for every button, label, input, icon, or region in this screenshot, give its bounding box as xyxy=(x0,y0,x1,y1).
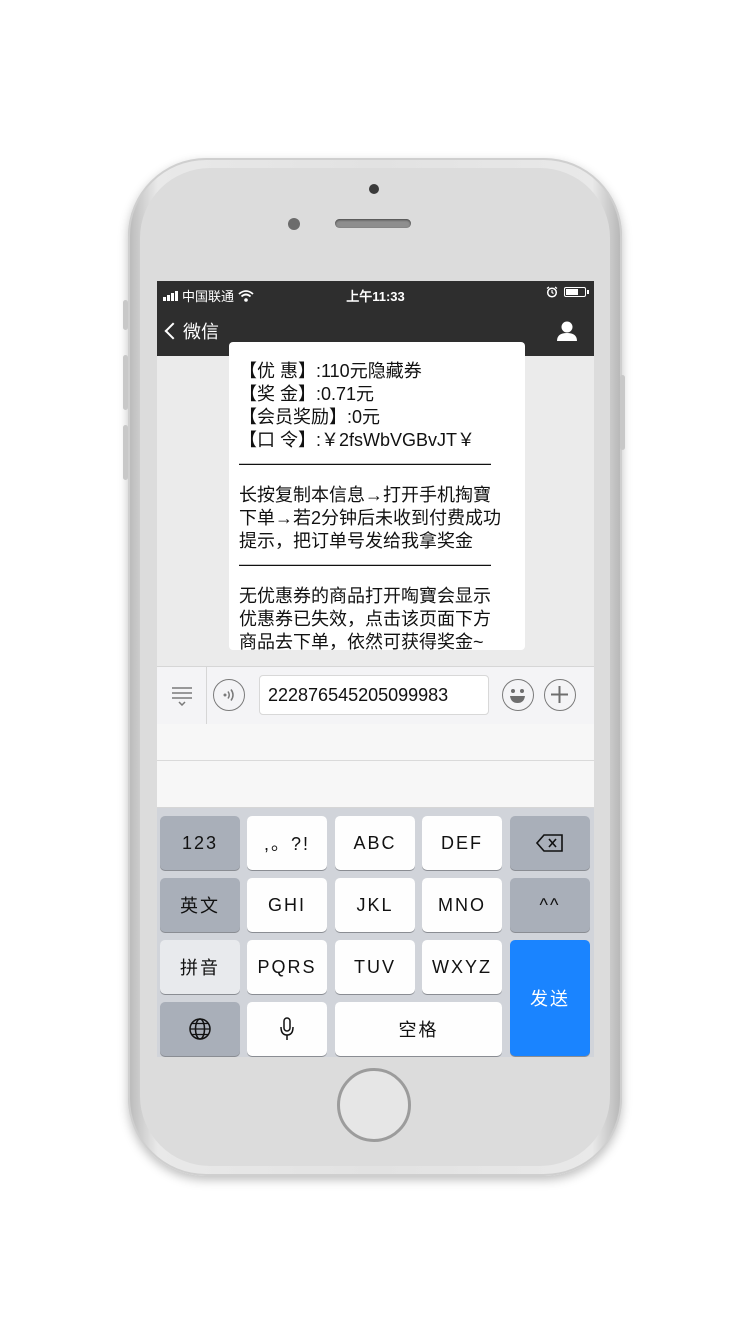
message-line: 优惠券已失效，点击该页面下方 xyxy=(239,609,491,629)
emoji-icon xyxy=(510,689,525,703)
candidate-bar xyxy=(157,724,594,808)
message-line: 商品去下单，依然可获得奖金~ xyxy=(239,632,484,652)
globe-icon xyxy=(189,1018,211,1040)
globe-key[interactable] xyxy=(160,1002,240,1056)
voice-icon xyxy=(223,689,234,701)
key-jkl[interactable]: JKL xyxy=(335,878,415,932)
message-bubble[interactable]: 【优 惠】:110元隐藏券 【奖 金】:0.71元 【会员奖励】:0元 【口 令… xyxy=(229,342,525,652)
message-input[interactable]: 222876545205099983 xyxy=(259,675,489,715)
battery-icon xyxy=(564,287,589,297)
space-key[interactable]: 空格 xyxy=(335,1002,502,1056)
key-abc[interactable]: ABC xyxy=(335,816,415,870)
alarm-icon xyxy=(546,286,558,298)
back-label: 微信 xyxy=(183,322,219,342)
chevron-left-icon xyxy=(164,322,182,340)
proximity-sensor xyxy=(369,184,379,194)
message-line: 提示，把订单号发给我拿奖金 xyxy=(239,531,473,551)
key-ghi[interactable]: GHI xyxy=(247,878,327,932)
volume-down-button xyxy=(123,425,128,480)
more-button[interactable] xyxy=(544,679,576,711)
key-english[interactable]: 英文 xyxy=(160,878,240,932)
menu-toggle-button[interactable] xyxy=(157,667,207,724)
chat-area: 【优 惠】:110元隐藏券 【奖 金】:0.71元 【会员奖励】:0元 【口 令… xyxy=(157,342,594,666)
key-emoticon[interactable]: ^^ xyxy=(510,878,590,932)
status-bar: 中国联通 上午11:33 xyxy=(157,281,594,308)
list-menu-icon xyxy=(171,686,192,706)
back-button[interactable]: 微信 xyxy=(164,318,219,344)
backspace-key[interactable] xyxy=(510,816,590,870)
key-pqrs[interactable]: PQRS xyxy=(247,940,327,994)
key-punctuation[interactable]: ,。?! xyxy=(247,816,327,870)
message-line: 无优惠券的商品打开啕寶会显示 xyxy=(239,586,491,606)
earpiece-speaker xyxy=(335,219,411,228)
message-line: 【会员奖励】:0元 xyxy=(239,407,381,427)
backspace-icon xyxy=(536,834,563,852)
microphone-icon xyxy=(280,1017,294,1040)
emoji-button[interactable] xyxy=(502,679,534,711)
send-key[interactable]: 发送 xyxy=(510,940,590,1056)
status-time: 上午11:33 xyxy=(346,289,405,304)
message-line: 下单→若2分钟后未收到付费成功 xyxy=(239,508,502,528)
power-button xyxy=(620,375,625,450)
message-line: 【奖 金】:0.71元 xyxy=(239,384,375,404)
key-tuv[interactable]: TUV xyxy=(335,940,415,994)
divider-line: —————————————— xyxy=(239,453,491,473)
mute-switch xyxy=(123,300,128,330)
message-line: 【口 令】:￥2fsWbVGBvJT￥ xyxy=(239,430,476,450)
divider-line: —————————————— xyxy=(239,554,491,574)
chat-input-bar: 222876545205099983 xyxy=(157,666,594,724)
key-def[interactable]: DEF xyxy=(422,816,502,870)
key-123[interactable]: 123 xyxy=(160,816,240,870)
plus-icon xyxy=(551,686,568,703)
key-wxyz[interactable]: WXYZ xyxy=(422,940,502,994)
microphone-key[interactable] xyxy=(247,1002,327,1056)
volume-up-button xyxy=(123,355,128,410)
phone-screen: 中国联通 上午11:33 微信 【优 惠】:110元隐藏券 【奖 金】:0.71… xyxy=(157,281,594,1057)
profile-icon[interactable] xyxy=(556,320,578,342)
key-pinyin[interactable]: 拼音 xyxy=(160,940,240,994)
front-camera xyxy=(288,218,300,230)
key-mno[interactable]: MNO xyxy=(422,878,502,932)
message-line: 【优 惠】:110元隐藏券 xyxy=(239,361,422,381)
keyboard: 123 ,。?! ABC DEF 英文 GHI JKL MNO ^^ 拼音 PQ… xyxy=(157,808,594,1057)
voice-toggle-button[interactable] xyxy=(213,679,245,711)
message-line: 长按复制本信息→打开手机掏寶 xyxy=(239,485,491,505)
divider xyxy=(157,760,594,761)
home-button[interactable] xyxy=(337,1068,411,1142)
